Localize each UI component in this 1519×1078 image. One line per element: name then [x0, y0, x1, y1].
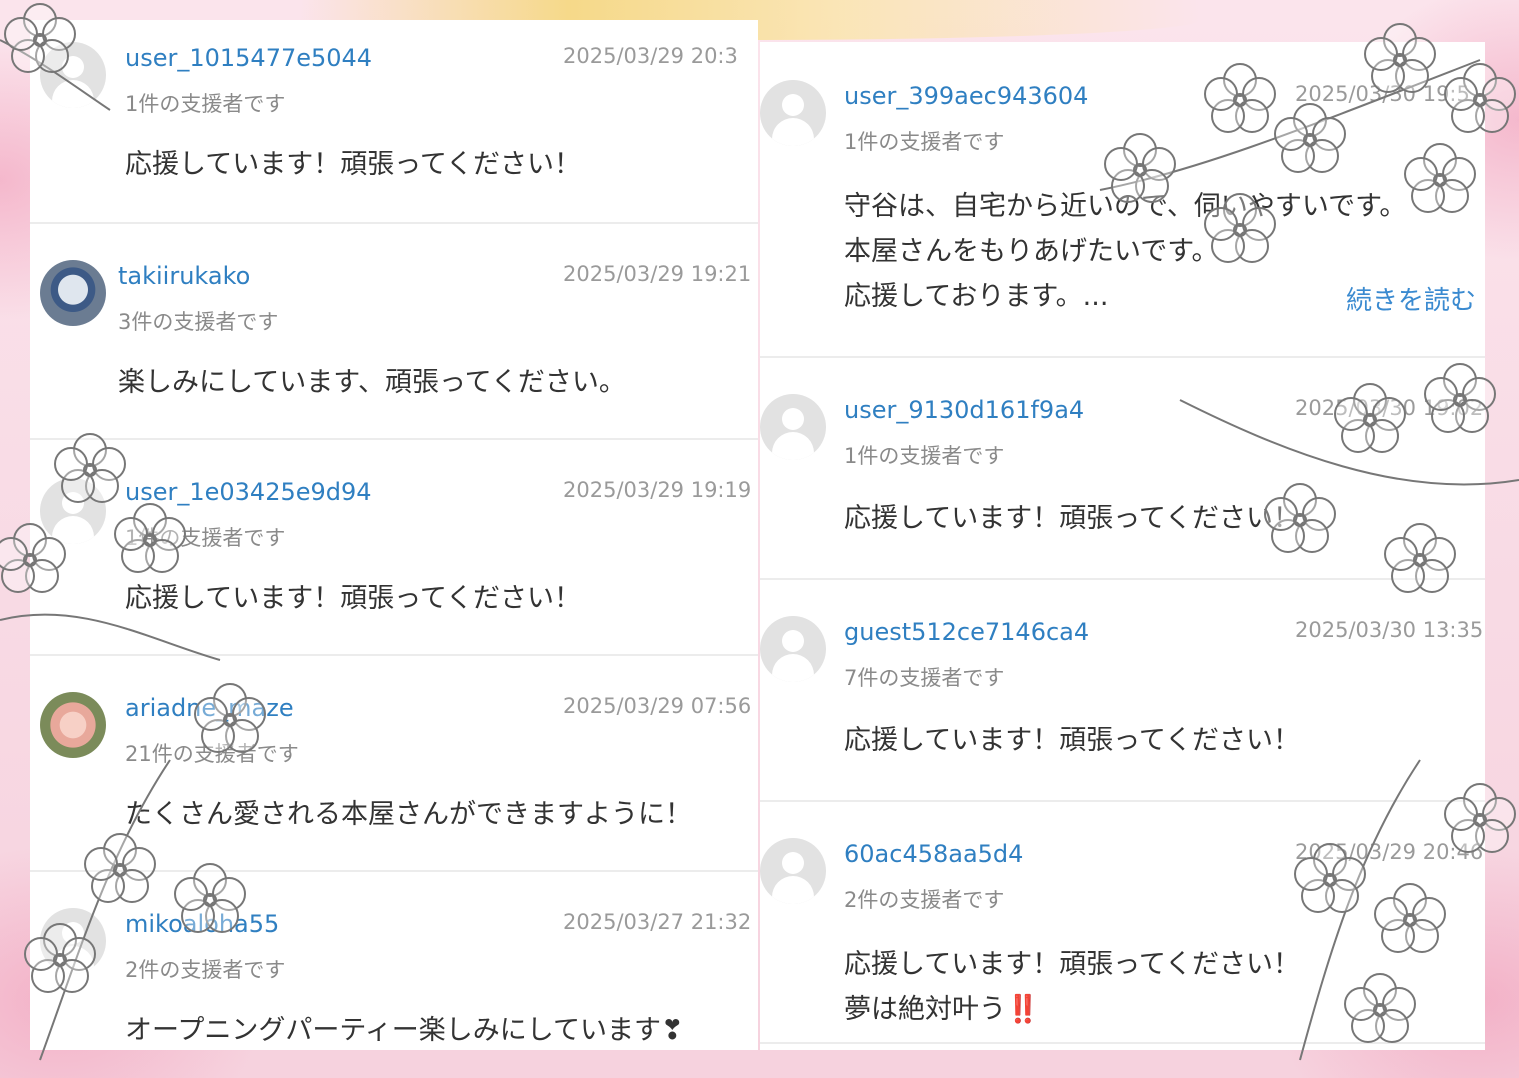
comment-username[interactable]: 60ac458aa5d4 — [844, 840, 1023, 868]
comment-date: 2025/03/27 21:32 — [563, 910, 752, 934]
comment-username[interactable]: user_9130d161f9a4 — [844, 396, 1084, 424]
default-avatar-icon[interactable] — [40, 908, 106, 974]
comment-item: ariadne_maze 2025/03/29 07:56 21件の支援者です … — [30, 654, 758, 872]
comment-date: 2025/03/30 19:02 — [1295, 396, 1484, 420]
default-avatar-icon[interactable] — [760, 394, 826, 460]
comment-date: 2025/03/30 13:35 — [1295, 618, 1484, 642]
comment-message-line: 応援しております。... — [844, 281, 1109, 312]
supporter-count: 1件の支援者です — [844, 130, 1005, 154]
comment-username[interactable]: user_399aec943604 — [844, 82, 1088, 110]
comment-username[interactable]: user_1015477e5044 — [125, 44, 372, 72]
photo-avatar[interactable] — [40, 260, 106, 326]
supporter-count: 3件の支援者です — [118, 310, 279, 334]
supporter-count: 2件の支援者です — [844, 888, 1005, 912]
supporter-count: 2件の支援者です — [125, 958, 286, 982]
comment-item: user_399aec943604 2025/03/30 19:5 1件の支援者… — [760, 42, 1485, 358]
comment-username[interactable]: mikoaloha55 — [125, 910, 279, 938]
comment-message-line: 守谷は、自宅から近いので、伺いやすいです。 — [844, 191, 1407, 222]
photo-avatar[interactable] — [40, 692, 106, 758]
default-avatar-icon[interactable] — [760, 80, 826, 146]
comment-item: guest512ce7146ca4 2025/03/30 13:35 7件の支援… — [760, 578, 1485, 802]
comment-item: user_1e03425e9d94 2025/03/29 19:19 1件の支援… — [30, 438, 758, 656]
comment-date: 2025/03/29 07:56 — [563, 694, 752, 718]
comment-message: 応援しています！頑張ってください！ — [125, 149, 582, 180]
comment-username[interactable]: takiirukako — [118, 262, 250, 290]
supporter-count: 1件の支援者です — [844, 444, 1005, 468]
supporter-count: 1件の支援者です — [125, 92, 286, 116]
comment-item: 60ac458aa5d4 2025/03/29 20:46 2件の支援者です 応… — [760, 800, 1485, 1044]
comment-item: user_1015477e5044 2025/03/29 20:3 1件の支援者… — [30, 20, 758, 224]
comment-message: オープニングパーティー楽しみにしています❣ — [125, 1015, 684, 1046]
comment-message-line: 夢は絶対叶う‼️ — [844, 994, 1040, 1025]
comment-item: takiirukako 2025/03/29 19:21 3件の支援者です 楽し… — [30, 222, 758, 440]
comment-username[interactable]: ariadne_maze — [125, 694, 294, 722]
comment-item: user_9130d161f9a4 2025/03/30 19:02 1件の支援… — [760, 356, 1485, 580]
comment-message-line: 本屋さんをもりあげたいです。 — [844, 236, 1219, 267]
comment-message-line: 応援しています！頑張ってください！ — [844, 949, 1301, 980]
comment-date: 2025/03/29 19:21 — [563, 262, 752, 286]
supporter-count: 1件の支援者です — [125, 526, 286, 550]
supporter-count: 7件の支援者です — [844, 666, 1005, 690]
comment-username[interactable]: user_1e03425e9d94 — [125, 478, 372, 506]
comment-username[interactable]: guest512ce7146ca4 — [844, 618, 1089, 646]
default-avatar-icon[interactable] — [760, 616, 826, 682]
comment-item: mikoaloha55 2025/03/27 21:32 2件の支援者です オー… — [30, 870, 758, 1050]
comment-date: 2025/03/30 19:5 — [1295, 82, 1470, 106]
default-avatar-icon[interactable] — [40, 478, 106, 544]
comment-date: 2025/03/29 20:46 — [1295, 840, 1484, 864]
default-avatar-icon[interactable] — [760, 838, 826, 904]
comment-message: たくさん愛される本屋さんができますように！ — [125, 799, 692, 830]
comment-message: 応援しています！頑張ってください！ — [844, 725, 1301, 756]
supporter-count: 21件の支援者です — [125, 742, 299, 766]
comment-list-left: user_1015477e5044 2025/03/29 20:3 1件の支援者… — [30, 20, 758, 1050]
comment-list-right: user_399aec943604 2025/03/30 19:5 1件の支援者… — [760, 42, 1485, 1050]
comment-date: 2025/03/29 19:19 — [563, 478, 752, 502]
comment-message: 応援しています！頑張ってください！ — [125, 583, 582, 614]
comment-message: 楽しみにしています、頑張ってください。 — [118, 367, 626, 398]
default-avatar-icon[interactable] — [40, 42, 106, 108]
comment-date: 2025/03/29 20:3 — [563, 44, 738, 68]
read-more-link[interactable]: 続きを読む — [1346, 280, 1476, 317]
comment-message: 応援しています！頑張ってください！ — [844, 503, 1301, 534]
